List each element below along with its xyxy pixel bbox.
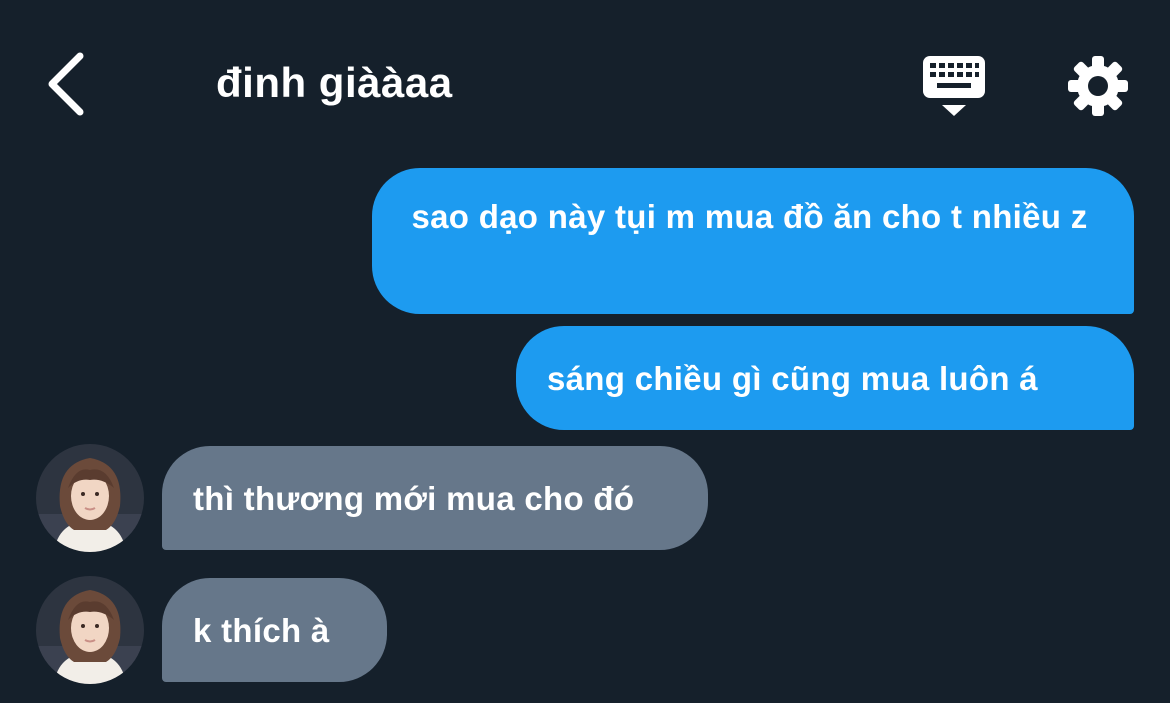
keyboard-button[interactable] [920,52,988,120]
chat-screen: đinh giààaa sao dạo này tụi m mua đồ ăn … [0,0,1170,703]
chat-header: đinh giààaa [0,0,1170,160]
contact-avatar[interactable] [36,576,144,684]
contact-avatar[interactable] [36,444,144,552]
message-bubble-received[interactable]: k thích à [162,578,387,682]
gear-icon [1068,56,1128,116]
chevron-left-icon [48,52,84,116]
message-bubble-received[interactable]: thì thương mới mua cho đó [162,446,708,550]
avatar-image [36,576,144,684]
settings-button[interactable] [1066,54,1130,118]
conversation-title: đinh giààaa [216,59,453,106]
keyboard-icon [923,56,985,116]
back-button[interactable] [40,48,92,120]
avatar-image [36,444,144,552]
message-bubble-sent[interactable]: sáng chiều gì cũng mua luôn á [516,326,1134,430]
message-bubble-sent[interactable]: sao dạo này tụi m mua đồ ăn cho t nhiều … [372,168,1134,314]
